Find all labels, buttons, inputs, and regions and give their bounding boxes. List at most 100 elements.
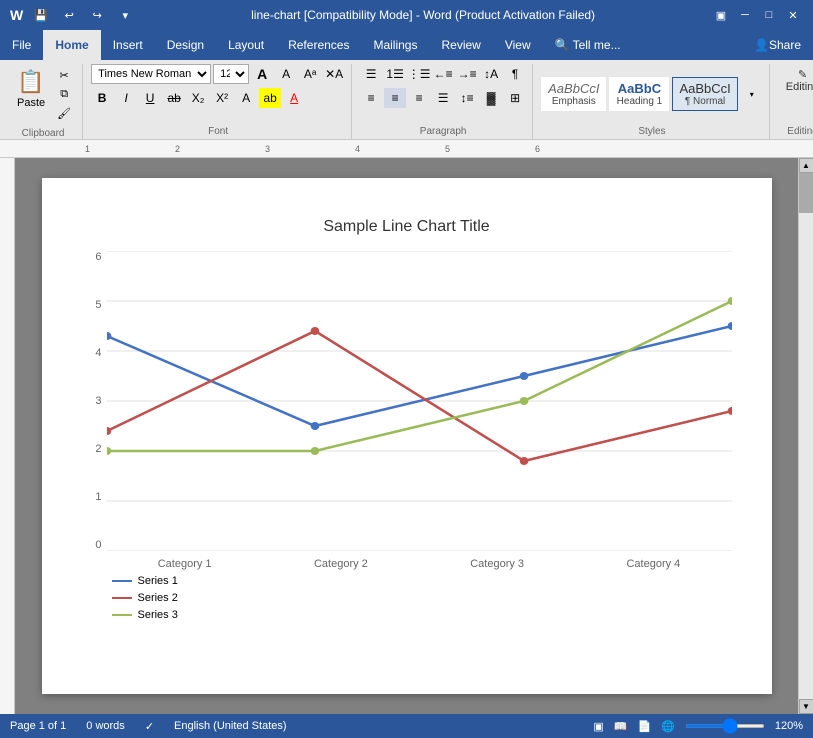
strikethrough-button[interactable]: ab [163, 88, 185, 108]
tab-mailings[interactable]: Mailings [361, 30, 429, 60]
legend-series2: Series 2 [112, 592, 732, 604]
style-emphasis[interactable]: AaBbCcI Emphasis [541, 77, 606, 111]
layout-icon-status[interactable]: ▣ [593, 720, 603, 733]
search-icon: 🔍 [555, 38, 570, 52]
tab-view[interactable]: View [493, 30, 543, 60]
y-label-2: 2 [82, 443, 102, 455]
x-label-2: Category 2 [314, 558, 368, 570]
font-family-select[interactable]: Times New Roman [91, 64, 211, 84]
tab-insert[interactable]: Insert [101, 30, 155, 60]
format-painter-button[interactable]: 🖌 [52, 104, 76, 122]
layout-button[interactable]: ▣ [711, 5, 731, 25]
svg-text:3: 3 [265, 144, 270, 154]
zoom-slider[interactable] [685, 724, 765, 728]
tab-tell-me[interactable]: 🔍 Tell me... [543, 30, 633, 60]
borders-button[interactable]: ⊞ [504, 88, 526, 108]
paste-icon: 📋 [17, 69, 44, 95]
style-heading1[interactable]: AaBbC Heading 1 [609, 77, 669, 111]
scroll-up-button[interactable]: ▲ [799, 158, 813, 173]
align-left-button[interactable]: ≡ [360, 88, 382, 108]
cut-button[interactable]: ✂ [52, 66, 76, 84]
align-right-button[interactable]: ≡ [408, 88, 430, 108]
quick-access-more-button[interactable]: ▾ [115, 5, 135, 25]
undo-button[interactable]: ↩ [59, 5, 79, 25]
series2-point4 [727, 407, 731, 415]
save-button[interactable]: 💾 [31, 5, 51, 25]
clipboard-small-buttons: ✂ ⧉ 🖌 [52, 64, 76, 126]
grow-font-button[interactable]: A [251, 64, 273, 84]
web-layout-icon[interactable]: 🌐 [661, 720, 675, 733]
styles-more-button[interactable]: ▾ [741, 64, 763, 124]
paragraph-row1: ☰ 1☰ ⋮☰ ←≡ →≡ ↕A ¶ [360, 64, 526, 84]
window-controls: ▣ ─ □ ✕ [711, 5, 803, 25]
subscript-button[interactable]: X₂ [187, 88, 209, 108]
status-right: ▣ 📖 📄 🌐 120% [593, 720, 803, 733]
bold-button[interactable]: B [91, 88, 113, 108]
legend-series3-color [112, 614, 132, 616]
scroll-down-button[interactable]: ▼ [799, 699, 813, 714]
series3-point2 [310, 447, 319, 455]
chart-container: Sample Line Chart Title 0 1 2 3 4 5 6 [72, 208, 742, 631]
series1-point2 [310, 422, 319, 430]
close-button[interactable]: ✕ [783, 5, 803, 25]
ruler: 1 2 3 4 5 6 [0, 140, 813, 158]
chart-legend: Series 1 Series 2 Series 3 [112, 575, 732, 621]
series1-point3 [519, 372, 528, 380]
status-bar: Page 1 of 1 0 words ✓ English (United St… [0, 714, 813, 738]
justify-button[interactable]: ☰ [432, 88, 454, 108]
page-info: Page 1 of 1 [10, 720, 66, 732]
show-marks-button[interactable]: ¶ [504, 64, 526, 84]
scroll-thumb[interactable] [799, 173, 813, 213]
bullets-button[interactable]: ☰ [360, 64, 382, 84]
underline-button[interactable]: U [139, 88, 161, 108]
numbering-button[interactable]: 1☰ [384, 64, 406, 84]
font-size-select[interactable]: 12 [213, 64, 249, 84]
minimize-button[interactable]: ─ [735, 5, 755, 25]
title-bar: W 💾 ↩ ↪ ▾ line-chart [Compatibility Mode… [0, 0, 813, 30]
text-highlight-button[interactable]: ab [259, 88, 281, 108]
maximize-button[interactable]: □ [759, 5, 779, 25]
change-case-button[interactable]: Aᵃ [299, 64, 321, 84]
superscript-button[interactable]: X² [211, 88, 233, 108]
zoom-level: 120% [775, 720, 803, 732]
svg-text:5: 5 [445, 144, 450, 154]
shading-button[interactable]: ▓ [480, 88, 502, 108]
legend-series1-color [112, 580, 132, 582]
sort-button[interactable]: ↕A [480, 64, 502, 84]
style-normal[interactable]: AaBbCcI ¶ Normal [672, 77, 737, 111]
tab-references[interactable]: References [276, 30, 361, 60]
share-button[interactable]: 👤 Share [742, 30, 813, 60]
tab-file[interactable]: File [0, 30, 43, 60]
y-label-0: 0 [82, 539, 102, 551]
print-layout-icon[interactable]: 📄 [637, 720, 651, 733]
legend-series1-label: Series 1 [138, 575, 178, 587]
clear-format-button[interactable]: ✕A [323, 64, 345, 84]
tab-review[interactable]: Review [429, 30, 492, 60]
editing-label: Editing [778, 126, 813, 137]
paste-button[interactable]: 📋 Paste [10, 64, 52, 126]
font-color-button[interactable]: A [283, 88, 305, 108]
line-spacing-button[interactable]: ↕≡ [456, 88, 478, 108]
shrink-font-button[interactable]: A [275, 64, 297, 84]
multilevel-button[interactable]: ⋮☰ [408, 64, 430, 84]
redo-button[interactable]: ↪ [87, 5, 107, 25]
tab-home[interactable]: Home [43, 30, 100, 60]
decrease-indent-button[interactable]: ←≡ [432, 64, 454, 84]
document-page: Sample Line Chart Title 0 1 2 3 4 5 6 [42, 178, 772, 694]
legend-series3-label: Series 3 [138, 609, 178, 621]
align-center-button[interactable]: ≡ [384, 88, 406, 108]
paragraph-group: ☰ 1☰ ⋮☰ ←≡ →≡ ↕A ¶ ≡ ≡ ≡ ☰ ↕≡ ▓ ⊞ Paragr… [354, 64, 533, 139]
italic-button[interactable]: I [115, 88, 137, 108]
document-area[interactable]: Sample Line Chart Title 0 1 2 3 4 5 6 [15, 158, 798, 714]
text-effects-button[interactable]: A [235, 88, 257, 108]
right-scrollbar: ▲ ▼ [798, 158, 813, 714]
tab-design[interactable]: Design [155, 30, 216, 60]
tab-layout[interactable]: Layout [216, 30, 276, 60]
main-area: Sample Line Chart Title 0 1 2 3 4 5 6 [0, 158, 813, 714]
increase-indent-button[interactable]: →≡ [456, 64, 478, 84]
read-mode-icon[interactable]: 📖 [614, 720, 628, 733]
copy-button[interactable]: ⧉ [52, 85, 76, 103]
y-label-6: 6 [82, 251, 102, 263]
scroll-track[interactable] [799, 173, 813, 699]
styles-label: Styles [541, 126, 763, 137]
